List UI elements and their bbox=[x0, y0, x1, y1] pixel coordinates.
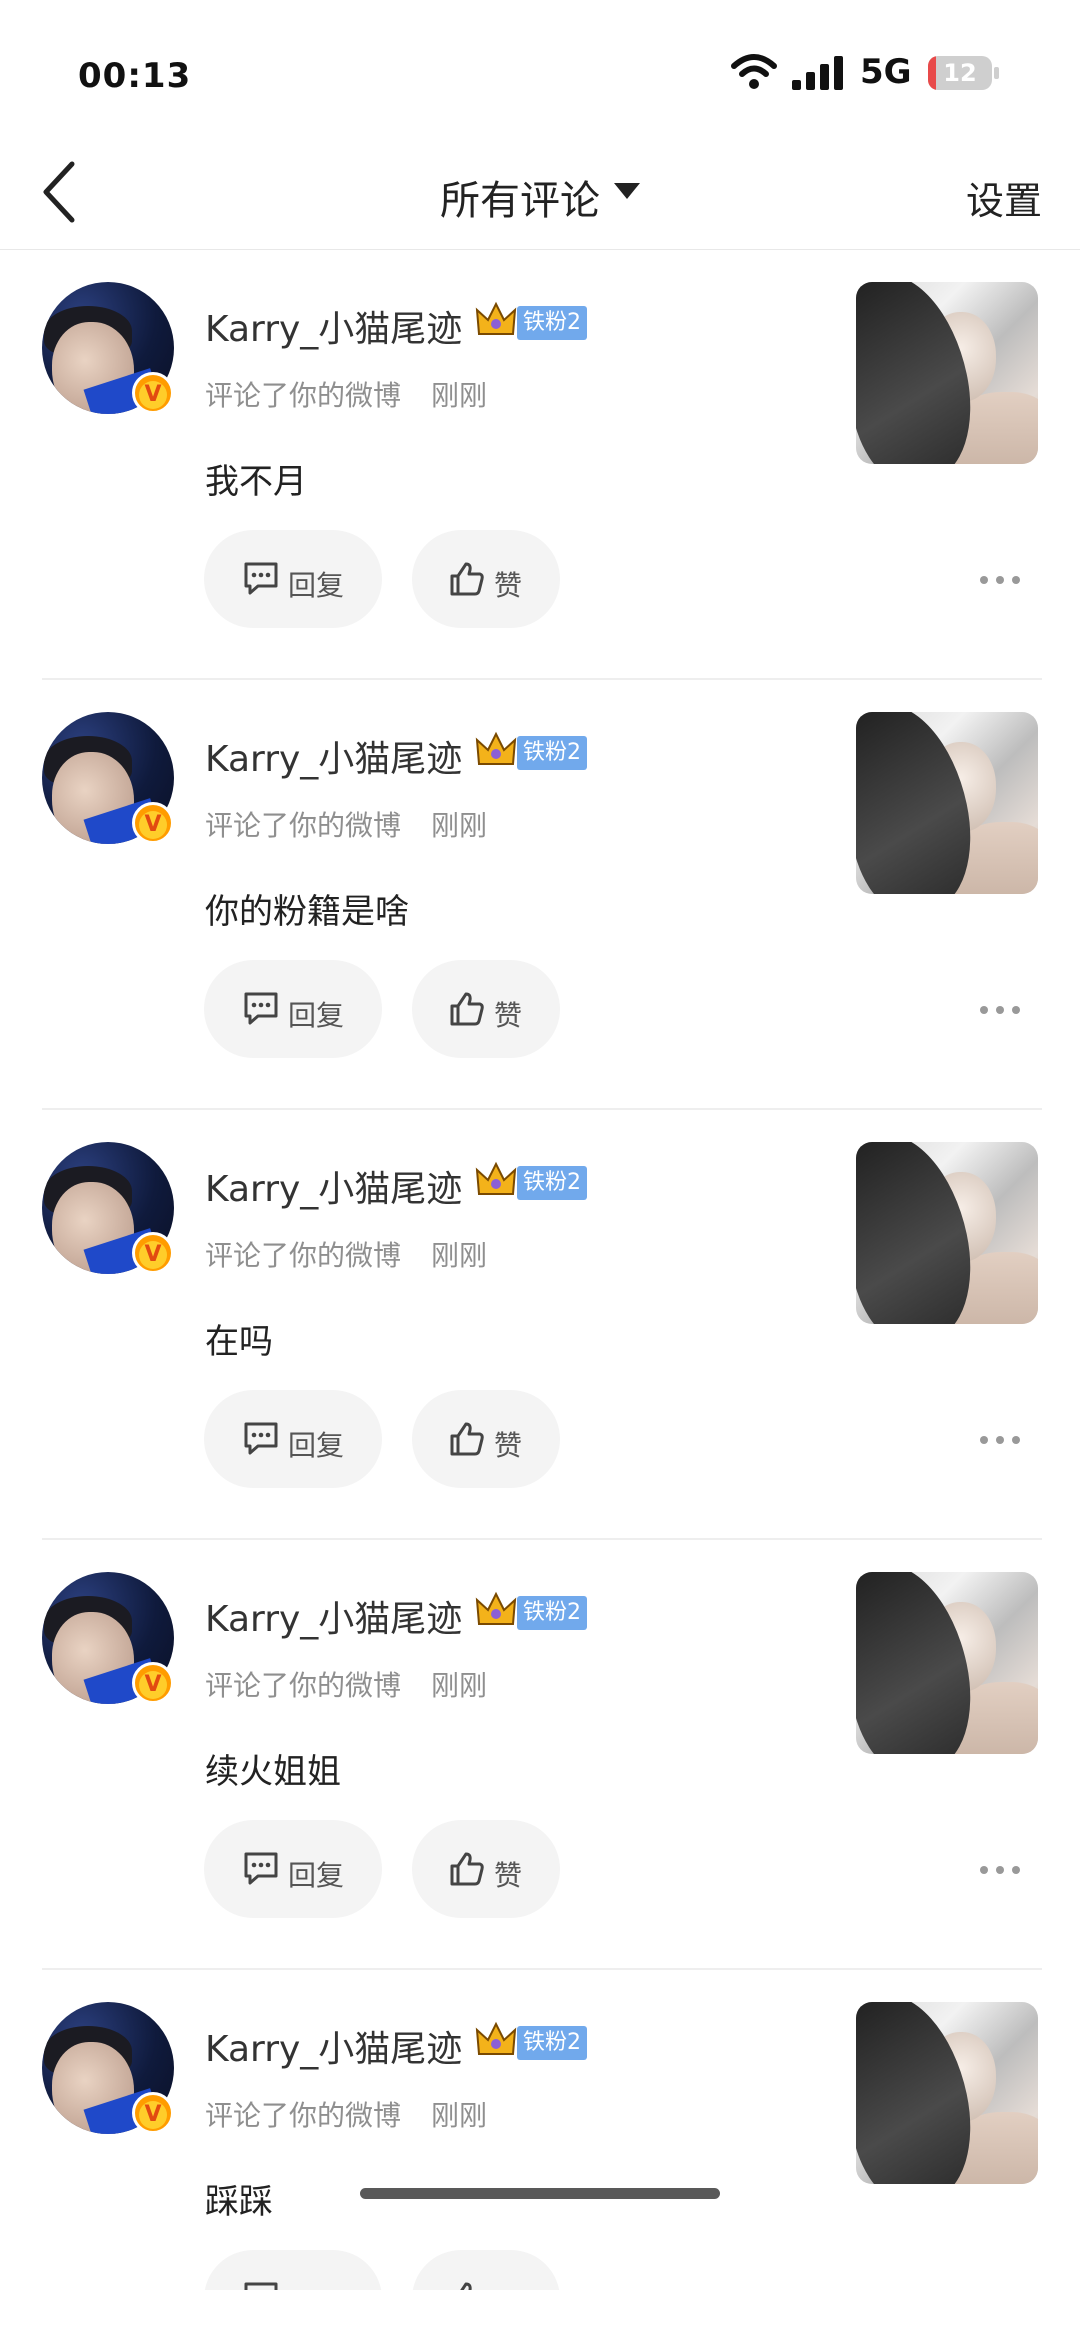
reply-label: 回复 bbox=[288, 1859, 345, 1892]
comment-icon bbox=[244, 1422, 278, 1455]
comment-text: 我不月 bbox=[205, 462, 307, 502]
like-label: 赞 bbox=[494, 1859, 523, 1892]
post-thumbnail[interactable] bbox=[856, 1142, 1038, 1324]
timestamp: 刚刚 bbox=[431, 2099, 488, 2132]
timestamp: 刚刚 bbox=[431, 1239, 488, 1272]
thumbs-up-icon bbox=[450, 992, 484, 1026]
comment-text: 你的粉籍是啥 bbox=[205, 892, 409, 932]
nav-bar: 所有评论 设置 bbox=[0, 150, 1080, 250]
like-label: 赞 bbox=[494, 569, 523, 602]
action-text: 评论了你的微博 bbox=[205, 379, 402, 412]
home-indicator[interactable] bbox=[360, 2188, 720, 2199]
battery-cap bbox=[994, 67, 999, 79]
more-options-icon[interactable] bbox=[980, 1866, 1020, 1874]
username[interactable]: Karry_小猫尾迹 bbox=[205, 730, 462, 782]
post-thumbnail[interactable] bbox=[856, 1572, 1038, 1754]
signal-icon bbox=[792, 56, 843, 90]
reply-button[interactable]: 回复 bbox=[204, 1820, 382, 1918]
comment-text: 在吗 bbox=[205, 1322, 273, 1362]
comment-card[interactable]: V Karry_小猫尾迹 铁粉2 评论了你的微博 刚刚 你的粉籍是啥 回复 赞 bbox=[0, 680, 1080, 1110]
action-text: 评论了你的微博 bbox=[205, 1669, 402, 1702]
post-thumbnail[interactable] bbox=[856, 2002, 1038, 2184]
comment-meta: 评论了你的微博 刚刚 bbox=[205, 804, 487, 844]
verified-badge-icon: V bbox=[132, 1232, 174, 1274]
like-button[interactable]: 赞 bbox=[412, 1820, 560, 1918]
username[interactable]: Karry_小猫尾迹 bbox=[205, 1160, 462, 1212]
username[interactable]: Karry_小猫尾迹 bbox=[205, 1590, 462, 1642]
bottom-edge bbox=[0, 2290, 1080, 2344]
post-thumbnail[interactable] bbox=[856, 712, 1038, 894]
verified-badge-icon: V bbox=[132, 802, 174, 844]
settings-button[interactable]: 设置 bbox=[966, 170, 1042, 225]
action-text: 评论了你的微博 bbox=[205, 2099, 402, 2132]
like-button[interactable]: 赞 bbox=[412, 960, 560, 1058]
comment-icon bbox=[244, 562, 278, 595]
caret-down-icon bbox=[614, 183, 640, 199]
action-text: 评论了你的微博 bbox=[205, 1239, 402, 1272]
thumbs-up-icon bbox=[450, 562, 484, 596]
verified-badge-icon: V bbox=[132, 2092, 174, 2134]
timestamp: 刚刚 bbox=[431, 809, 488, 842]
comment-icon bbox=[244, 992, 278, 1025]
like-button[interactable]: 赞 bbox=[412, 1390, 560, 1488]
crown-icon bbox=[475, 301, 517, 335]
fan-level-badge: 铁粉2 bbox=[517, 2026, 587, 2060]
comment-meta: 评论了你的微博 刚刚 bbox=[205, 2094, 487, 2134]
username[interactable]: Karry_小猫尾迹 bbox=[205, 300, 462, 352]
reply-button[interactable]: 回复 bbox=[204, 1390, 382, 1488]
comment-meta: 评论了你的微博 刚刚 bbox=[205, 1234, 487, 1274]
comment-meta: 评论了你的微博 刚刚 bbox=[205, 374, 487, 414]
comment-text: 踩踩 bbox=[205, 2182, 273, 2222]
comment-card[interactable]: V Karry_小猫尾迹 铁粉2 评论了你的微博 刚刚 续火姐姐 回复 赞 bbox=[0, 1540, 1080, 1970]
like-label: 赞 bbox=[494, 1429, 523, 1462]
timestamp: 刚刚 bbox=[431, 1669, 488, 1702]
battery-icon: 12 bbox=[928, 56, 992, 90]
network-type: 5G bbox=[860, 52, 912, 92]
post-thumbnail[interactable] bbox=[856, 282, 1038, 464]
verified-badge-icon: V bbox=[132, 372, 174, 414]
comment-list: V Karry_小猫尾迹 铁粉2 评论了你的微博 刚刚 我不月 回复 赞 V K… bbox=[0, 250, 1080, 2344]
more-options-icon[interactable] bbox=[980, 1436, 1020, 1444]
timestamp: 刚刚 bbox=[431, 379, 488, 412]
wifi-icon bbox=[731, 54, 777, 89]
page-title: 所有评论 bbox=[440, 178, 600, 224]
thumbs-up-icon bbox=[450, 1422, 484, 1456]
thumbs-up-icon bbox=[450, 1852, 484, 1886]
crown-icon bbox=[475, 731, 517, 765]
reply-label: 回复 bbox=[288, 569, 345, 602]
comment-card[interactable]: V Karry_小猫尾迹 铁粉2 评论了你的微博刚刚 踩踩 回复 赞 bbox=[0, 1970, 1080, 2344]
reply-button[interactable]: 回复 bbox=[204, 960, 382, 1058]
more-options-icon[interactable] bbox=[980, 1006, 1020, 1014]
username[interactable]: Karry_小猫尾迹 bbox=[205, 2020, 462, 2072]
action-text: 评论了你的微博 bbox=[205, 809, 402, 842]
verified-badge-icon: V bbox=[132, 1662, 174, 1704]
status-time: 00:13 bbox=[78, 56, 192, 96]
more-options-icon[interactable] bbox=[980, 576, 1020, 584]
comment-meta: 评论了你的微博 刚刚 bbox=[205, 1664, 487, 1704]
crown-icon bbox=[475, 1161, 517, 1195]
crown-icon bbox=[475, 2021, 517, 2055]
fan-level-badge: 铁粉2 bbox=[517, 736, 587, 770]
fan-level-badge: 铁粉2 bbox=[517, 1166, 587, 1200]
comment-filter-dropdown[interactable]: 所有评论 bbox=[0, 168, 1080, 226]
battery-level: 12 bbox=[943, 59, 977, 87]
fan-level-badge: 铁粉2 bbox=[517, 1596, 587, 1630]
comment-card[interactable]: V Karry_小猫尾迹 铁粉2 评论了你的微博 刚刚 我不月 回复 赞 bbox=[0, 250, 1080, 680]
like-label: 赞 bbox=[494, 999, 523, 1032]
fan-level-badge: 铁粉2 bbox=[517, 306, 587, 340]
like-button[interactable]: 赞 bbox=[412, 530, 560, 628]
comment-icon bbox=[244, 1852, 278, 1885]
reply-label: 回复 bbox=[288, 999, 345, 1032]
reply-label: 回复 bbox=[288, 1429, 345, 1462]
reply-button[interactable]: 回复 bbox=[204, 530, 382, 628]
comment-card[interactable]: V Karry_小猫尾迹 铁粉2 评论了你的微博 刚刚 在吗 回复 赞 bbox=[0, 1110, 1080, 1540]
status-bar: 00:13 5G 12 bbox=[0, 0, 1080, 150]
comment-text: 续火姐姐 bbox=[205, 1752, 341, 1792]
crown-icon bbox=[475, 1591, 517, 1625]
